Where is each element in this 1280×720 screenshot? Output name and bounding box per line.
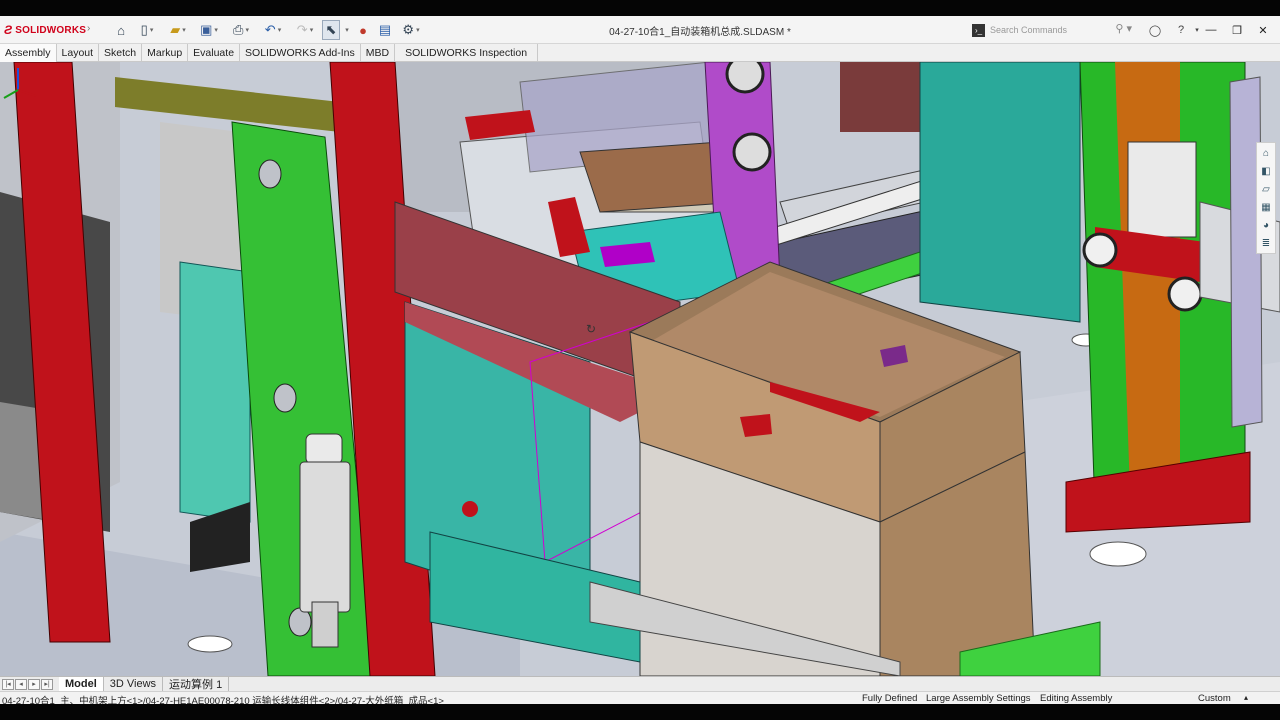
tab-model[interactable]: Model <box>59 676 104 692</box>
tab-assembly[interactable]: Assembly <box>0 44 57 62</box>
heads-up-toolbar: ⌂ ◧ ▱ ▦ ◕ ≣ <box>1256 142 1276 254</box>
unit-system-selector[interactable]: Custom <box>1198 693 1231 704</box>
minimize-icon[interactable]: — <box>1200 20 1222 40</box>
menu-expand-icon[interactable]: › <box>87 23 90 34</box>
terminal-icon: ›_ <box>972 23 985 37</box>
save-icon[interactable]: ▣ ▾ <box>196 20 222 40</box>
print-icon[interactable]: ⎙ ▾ <box>228 20 254 40</box>
search-icon[interactable]: ⚲ ▾ <box>1115 22 1132 35</box>
file-properties-icon[interactable]: ▤ <box>376 20 394 40</box>
view-list-icon[interactable]: ≣ <box>1259 236 1273 250</box>
rotate-cursor-icon: ↻ <box>586 322 597 336</box>
tab-3d-views[interactable]: 3D Views <box>104 676 164 692</box>
search-input[interactable]: Search Commands <box>990 25 1067 35</box>
status-editing: Editing Assembly <box>1040 693 1113 704</box>
prev-tab-icon[interactable]: ◂ <box>15 678 27 690</box>
tab-sketch[interactable]: Sketch <box>99 44 143 62</box>
first-tab-icon[interactable]: |◂ <box>2 678 14 690</box>
solidworks-logo[interactable]: Ƨ SOLIDWORKS <box>4 21 86 39</box>
view-3d-icon[interactable]: ◧ <box>1259 164 1273 178</box>
tab-addins[interactable]: SOLIDWORKS Add-Ins <box>240 44 361 62</box>
undo-icon[interactable]: ↶ ▾ <box>260 20 286 40</box>
view-appearance-icon[interactable]: ◕ <box>1259 218 1273 232</box>
title-bar: Ƨ SOLIDWORKS › ⌂ ▯ ▾ ▰ ▾ ▣ ▾ ⎙ ▾ ↶ ▾ ↷ ▾ ⬉ ▾ ● … <box>0 16 1280 44</box>
next-tab-icon[interactable]: ▸ <box>28 678 40 690</box>
traffic-light-icon[interactable]: ● <box>356 20 370 40</box>
tab-evaluate[interactable]: Evaluate <box>188 44 241 62</box>
view-home-icon[interactable]: ⌂ <box>1259 146 1273 160</box>
tab-navigation: |◂ ◂ ▸ ▸| <box>2 678 53 690</box>
search-commands[interactable]: ›_ Search Commands ⚲ ▾ <box>972 21 1132 39</box>
orientation-triad-icon <box>3 68 37 99</box>
bottom-tabs: |◂ ◂ ▸ ▸| Model 3D Views 运动算例 1 <box>0 676 1280 692</box>
select-icon[interactable]: ⬉ <box>322 20 340 40</box>
redo-icon[interactable]: ↷ ▾ <box>292 20 318 40</box>
view-folder-icon[interactable]: ▱ <box>1259 182 1273 196</box>
solidworks-window: Ƨ SOLIDWORKS › ⌂ ▯ ▾ ▰ ▾ ▣ ▾ ⎙ ▾ ↶ ▾ ↷ ▾ ⬉ ▾ ● … <box>0 0 1280 720</box>
tab-motion-study[interactable]: 运动算例 1 <box>163 676 230 692</box>
status-large-assembly[interactable]: Large Assembly Settings <box>926 693 1031 704</box>
status-fully-defined: Fully Defined <box>862 693 918 704</box>
restore-icon[interactable]: ❐ <box>1226 20 1248 40</box>
close-icon[interactable]: ✕ <box>1252 20 1274 40</box>
letterbox-bottom <box>0 704 1280 720</box>
assembly-model[interactable] <box>0 62 1280 676</box>
tab-inspection[interactable]: SOLIDWORKS Inspection <box>395 44 539 62</box>
new-file-icon[interactable]: ▯ ▾ <box>134 20 160 40</box>
letterbox-top <box>0 0 1280 16</box>
view-image-icon[interactable]: ▦ <box>1259 200 1273 214</box>
home-icon[interactable]: ⌂ <box>112 20 130 40</box>
user-icon[interactable]: ◯ <box>1146 21 1164 39</box>
units-dropdown-icon[interactable]: ▴ <box>1244 693 1248 702</box>
open-icon[interactable]: ▰ ▾ <box>165 20 191 40</box>
command-manager-tabs: Assembly Layout Sketch Markup Evaluate S… <box>0 44 1280 62</box>
tab-layout[interactable]: Layout <box>57 44 100 62</box>
document-title: 04-27-10合1_自动装箱机总成.SLDASM * <box>609 27 791 38</box>
tab-mbd[interactable]: MBD <box>361 44 396 62</box>
graphics-viewport[interactable]: ⌂ ◧ ▱ ▦ ◕ ≣ ↻ <box>0 62 1280 676</box>
help-icon[interactable]: ? <box>1172 21 1190 39</box>
options-icon[interactable]: ⚙ ▾ <box>398 20 424 40</box>
select-dropdown-icon[interactable]: ▾ <box>341 20 351 40</box>
tab-markup[interactable]: Markup <box>142 44 189 62</box>
status-bar: 04-27-10合1_主、中机架上方<1>/04-27-HE1AE00078-2… <box>0 691 1280 707</box>
last-tab-icon[interactable]: ▸| <box>41 678 53 690</box>
